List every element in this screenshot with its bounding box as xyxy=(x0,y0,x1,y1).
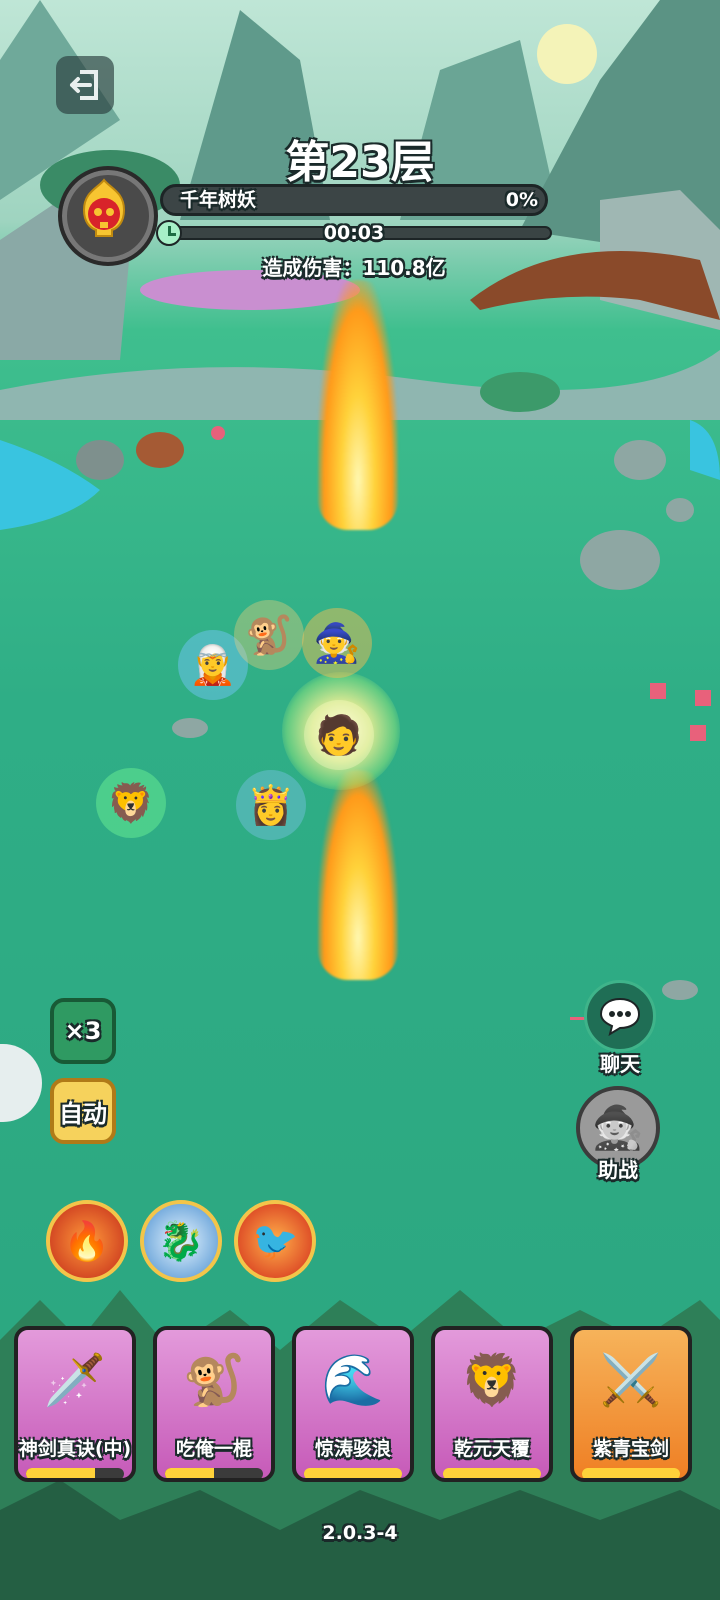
fire-pillar xyxy=(318,770,398,980)
hero-maiden: 👸 xyxy=(236,770,306,840)
boss-hp-percent: 0% xyxy=(505,189,538,211)
dragon-icon: 🐉 xyxy=(157,1218,205,1263)
assist-label: 助战 xyxy=(598,1158,638,1182)
chat-button[interactable] xyxy=(584,980,656,1052)
hero-swordsman: 🧑 xyxy=(304,700,374,770)
card-name: 惊涛骇浪 xyxy=(314,1438,391,1460)
chat-label: 聊天 xyxy=(600,1052,640,1076)
version-label: 2.0.3-4 xyxy=(322,1522,398,1544)
assist-hero-icon: 🧙 xyxy=(591,1103,645,1152)
skill-card-4[interactable]: 🦁 乾元天覆 xyxy=(431,1326,553,1482)
hero-general: 🧙 xyxy=(302,608,372,678)
fire-slash-icon: 🔥 xyxy=(63,1218,111,1263)
auto-label: 自动 xyxy=(59,1099,107,1128)
side-tab-button[interactable] xyxy=(0,1044,42,1122)
chat-bubble-icon xyxy=(599,997,641,1036)
card-name: 吃俺一棍 xyxy=(175,1438,252,1460)
boss-name: 千年树妖 xyxy=(180,189,257,211)
skill-card-5[interactable]: ⚔️ 紫青宝剑 xyxy=(570,1326,692,1482)
hero-guardian: 🦁 xyxy=(96,768,166,838)
speed-label: ×3 xyxy=(64,1017,102,1045)
damage-dealt: 造成伤害：110.8亿 xyxy=(262,256,446,280)
card-progress xyxy=(304,1468,402,1478)
card-name: 乾元天覆 xyxy=(453,1438,530,1460)
card-portrait: 🌊 xyxy=(321,1350,385,1409)
card-portrait: 🦁 xyxy=(460,1350,524,1409)
skill-card-2[interactable]: 🐒 吃俺一棍 xyxy=(153,1326,275,1482)
boss-avatar xyxy=(58,166,158,266)
fire-pillar xyxy=(318,280,398,530)
exit-icon xyxy=(70,70,98,100)
card-portrait: 🗡️ xyxy=(43,1350,107,1409)
card-portrait: 🐒 xyxy=(182,1350,246,1409)
skill-card-3[interactable]: 🌊 惊涛骇浪 xyxy=(292,1326,414,1482)
card-progress xyxy=(26,1468,124,1478)
speed-button[interactable]: ×3 xyxy=(50,998,116,1064)
battle-scene: 🧝 🐒 🧙 🧑 🦁 👸 第23层 千年树妖 0% 00:03 造成伤害：110.… xyxy=(0,0,720,1600)
skull-icon xyxy=(82,178,126,237)
card-progress xyxy=(443,1468,541,1478)
card-progress xyxy=(582,1468,680,1478)
skill-card-1[interactable]: 🗡️ 神剑真诀(中) xyxy=(14,1326,136,1482)
phoenix-icon: 🐦 xyxy=(251,1218,299,1263)
skill-orb-dragon[interactable]: 🐉 xyxy=(140,1200,222,1282)
auto-button[interactable]: 自动 xyxy=(50,1078,116,1144)
exit-button[interactable] xyxy=(56,56,114,114)
skill-orb-fire-slash[interactable]: 🔥 xyxy=(46,1200,128,1282)
card-name: 神剑真诀(中) xyxy=(18,1438,132,1460)
skill-orb-phoenix[interactable]: 🐦 xyxy=(234,1200,316,1282)
battle-timer: 00:03 xyxy=(323,222,385,244)
card-name: 紫青宝剑 xyxy=(592,1438,669,1460)
card-portrait: ⚔️ xyxy=(599,1350,663,1409)
card-progress xyxy=(165,1468,263,1478)
hero-monkey: 🐒 xyxy=(234,600,304,670)
